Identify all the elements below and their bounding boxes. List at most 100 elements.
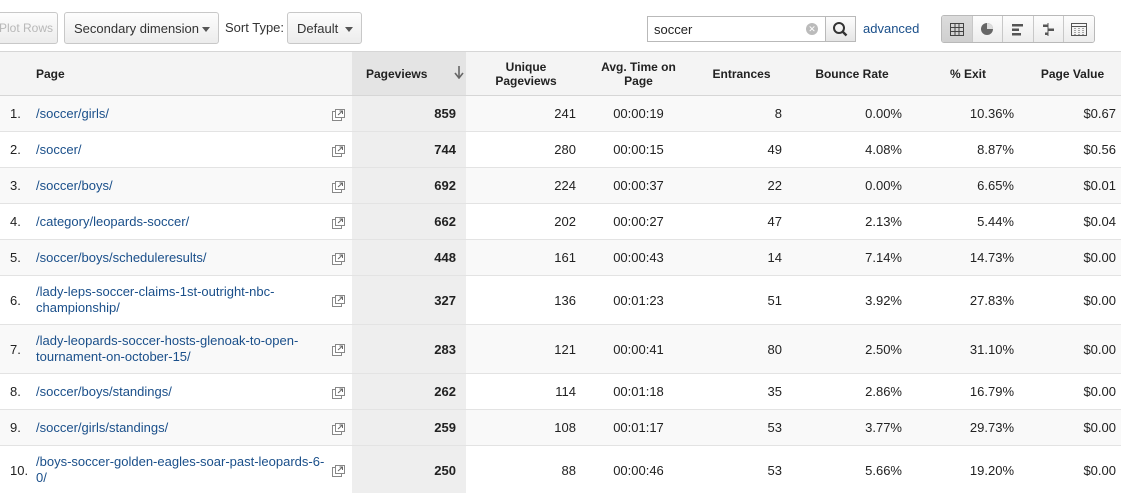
external-link-icon[interactable] (332, 295, 345, 308)
cell-exit: 19.20% (912, 445, 1024, 493)
search-input[interactable] (647, 16, 825, 42)
external-link-icon[interactable] (332, 180, 345, 193)
cell-pageviews: 448 (352, 239, 466, 276)
page-link[interactable]: /lady-leps-soccer-claims-1st-outright-nb… (36, 284, 328, 316)
table-row: 10./boys-soccer-golden-eagles-soar-past-… (0, 445, 1121, 493)
page-link[interactable]: /soccer/boys/standings/ (36, 384, 328, 400)
cell-bounce-rate: 3.92% (792, 275, 912, 325)
secondary-dimension-dropdown[interactable]: Secondary dimension (64, 12, 219, 44)
header-entrances[interactable]: Entrances (691, 51, 792, 96)
view-switcher (941, 15, 1095, 43)
header-bounce-rate[interactable]: Bounce Rate (792, 51, 912, 96)
cell-bounce-rate: 2.13% (792, 203, 912, 240)
cell-avg-time: 00:00:37 (586, 167, 691, 204)
table-row: 8./soccer/boys/standings/262 114 00:01:18 3… (0, 373, 1121, 410)
external-link-icon[interactable] (332, 108, 345, 121)
row-index: 2. (0, 131, 36, 168)
table-view-button[interactable] (942, 16, 973, 42)
external-link-icon[interactable] (332, 144, 345, 157)
cell-pageviews: 744 (352, 131, 466, 168)
page-link[interactable]: /soccer/boys/ (36, 178, 328, 194)
cell-entrances: 53 (691, 445, 792, 493)
external-link-icon[interactable] (332, 465, 345, 478)
table-row: 9./soccer/girls/standings/259 108 00:01:17… (0, 409, 1121, 446)
table-row: 6./lady-leps-soccer-claims-1st-outright-… (0, 275, 1121, 325)
cell-entrances: 49 (691, 131, 792, 168)
header-avg-time[interactable]: Avg. Time on Page (586, 51, 691, 96)
sort-type-label: Sort Type: (225, 20, 285, 35)
cell-page-value: $0.00 (1024, 239, 1121, 276)
cell-exit: 6.65% (912, 167, 1024, 204)
row-index: 9. (0, 409, 36, 446)
external-link-icon[interactable] (332, 386, 345, 399)
header-pageviews[interactable]: Pageviews (352, 51, 466, 96)
secondary-dimension-label: Secondary dimension (74, 20, 200, 36)
external-link-icon[interactable] (332, 344, 345, 357)
page-link[interactable]: /soccer/girls/standings/ (36, 420, 328, 436)
page-link[interactable]: /soccer/ (36, 142, 328, 158)
comparison-icon (1042, 22, 1054, 36)
cell-avg-time: 00:01:17 (586, 409, 691, 446)
cell-page-value: $0.01 (1024, 167, 1121, 204)
cell-unique-pageviews: 136 (466, 275, 586, 325)
table-row: 3./soccer/boys/692 224 00:00:37 22 0.00% 6.65… (0, 167, 1121, 204)
external-link-icon[interactable] (332, 422, 345, 435)
header-exit[interactable]: % Exit (912, 51, 1024, 96)
table-icon (949, 22, 964, 36)
row-index: 10. (0, 445, 36, 493)
cell-page-value: $0.00 (1024, 409, 1121, 446)
page-link[interactable]: /soccer/boys/scheduleresults/ (36, 250, 328, 266)
sort-type-dropdown[interactable]: Default (287, 12, 362, 44)
cell-entrances: 22 (691, 167, 792, 204)
page-link[interactable]: /category/leopards-soccer/ (36, 214, 328, 230)
cell-avg-time: 00:00:41 (586, 324, 691, 374)
pie-view-button[interactable] (972, 16, 1004, 42)
comparison-view-button[interactable] (1033, 16, 1065, 42)
cell-avg-time: 00:00:43 (586, 239, 691, 276)
external-link-icon[interactable] (332, 252, 345, 265)
row-index: 5. (0, 239, 36, 276)
row-index: 7. (0, 324, 36, 374)
chevron-down-icon (202, 27, 210, 32)
search-button[interactable] (825, 16, 856, 42)
cell-avg-time: 00:00:15 (586, 131, 691, 168)
row-index: 4. (0, 203, 36, 240)
external-link-icon[interactable] (332, 216, 345, 229)
page-link[interactable]: /soccer/girls/ (36, 106, 328, 122)
pivot-view-button[interactable] (1064, 16, 1094, 42)
cell-avg-time: 00:01:23 (586, 275, 691, 325)
cell-bounce-rate: 4.08% (792, 131, 912, 168)
row-index: 1. (0, 95, 36, 132)
page-link[interactable]: /boys-soccer-golden-eagles-soar-past-leo… (36, 454, 328, 486)
header-page[interactable]: Page (0, 51, 352, 96)
cell-exit: 31.10% (912, 324, 1024, 374)
header-unique-pageviews[interactable]: Unique Pageviews (466, 51, 586, 96)
cell-entrances: 35 (691, 373, 792, 410)
table-row: 5./soccer/boys/scheduleresults/448 161 00:… (0, 239, 1121, 276)
cell-avg-time: 00:00:46 (586, 445, 691, 493)
cell-page-value: $0.04 (1024, 203, 1121, 240)
sort-descending-icon (454, 66, 464, 79)
pie-icon (981, 23, 994, 35)
cell-avg-time: 00:00:27 (586, 203, 691, 240)
cell-entrances: 14 (691, 239, 792, 276)
page-link[interactable]: /lady-leopards-soccer-hosts-glenoak-to-o… (36, 333, 328, 365)
header-page-value[interactable]: Page Value (1024, 51, 1121, 96)
cell-unique-pageviews: 224 (466, 167, 586, 204)
cell-bounce-rate: 2.50% (792, 324, 912, 374)
cell-unique-pageviews: 121 (466, 324, 586, 374)
cell-page-value: $0.00 (1024, 373, 1121, 410)
cell-exit: 8.87% (912, 131, 1024, 168)
cell-pageviews: 859 (352, 95, 466, 132)
sort-type-value: Default (297, 20, 339, 36)
cell-page-value: $0.00 (1024, 275, 1121, 325)
cell-avg-time: 00:01:18 (586, 373, 691, 410)
clear-search-icon[interactable]: ✕ (806, 23, 818, 35)
plot-rows-button[interactable]: Plot Rows (0, 12, 58, 44)
cell-bounce-rate: 3.77% (792, 409, 912, 446)
cell-exit: 29.73% (912, 409, 1024, 446)
advanced-filter-link[interactable]: advanced (863, 21, 919, 36)
table-row: 4./category/leopards-soccer/662 202 00:00:… (0, 203, 1121, 240)
report-table: Page Pageviews Unique Pageviews Avg. Tim… (0, 51, 1121, 493)
performance-view-button[interactable] (1003, 16, 1034, 42)
